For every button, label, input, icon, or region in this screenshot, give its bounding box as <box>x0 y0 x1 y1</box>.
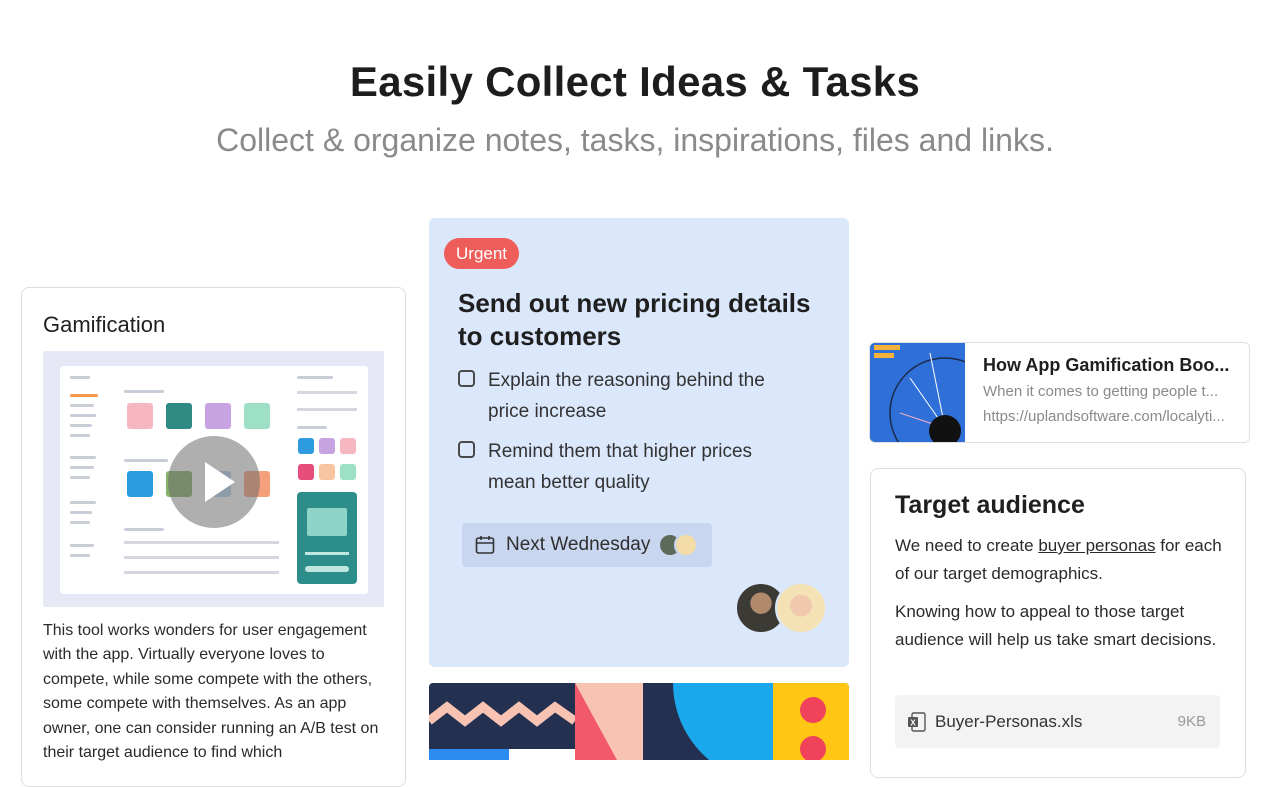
page-subtitle: Collect & organize notes, tasks, inspira… <box>216 122 1054 158</box>
card-title: Target audience <box>895 491 1085 519</box>
checklist-item-1: Explain the reasoning behind the price i… <box>488 370 765 422</box>
link-preview-card[interactable]: How App Gamification Boo... When it come… <box>869 342 1250 443</box>
due-date-chip[interactable]: Next Wednesday <box>462 523 712 567</box>
card-paragraph-1: We need to create buyer personas for eac… <box>895 532 1230 588</box>
decorative-artwork <box>429 683 849 760</box>
avatar <box>674 533 698 557</box>
link-url[interactable]: https://uplandsoftware.com/localyti... <box>983 408 1238 425</box>
file-size: 9KB <box>1177 713 1206 730</box>
target-audience-card[interactable]: Target audience We need to create buyer … <box>870 468 1246 778</box>
card-body-text: This tool works wonders for user engagem… <box>43 622 379 762</box>
task-title: Send out new pricing details to customer… <box>458 288 811 351</box>
paragraph-text: We need to create <box>895 536 1039 555</box>
buyer-personas-link[interactable]: buyer personas <box>1038 536 1155 555</box>
link-description: When it comes to getting people t... <box>983 383 1219 400</box>
card-paragraph-2: Knowing how to appeal to those target au… <box>895 602 1217 649</box>
video-thumbnail[interactable] <box>43 351 384 607</box>
due-date-label: Next Wednesday <box>506 534 651 555</box>
checklist-checkbox-2[interactable] <box>458 441 475 458</box>
urgent-badge: Urgent <box>444 238 520 269</box>
play-icon <box>205 462 235 502</box>
page-title: Easily Collect Ideas & Tasks <box>349 58 921 105</box>
calendar-icon <box>475 536 495 554</box>
gamification-card[interactable]: Gamification This tool works wonders for… <box>21 287 406 787</box>
link-thumbnail <box>870 343 1001 442</box>
file-name: Buyer-Personas.xls <box>935 712 1083 731</box>
card-title: Gamification <box>43 312 166 337</box>
svg-text:X: X <box>910 719 916 728</box>
task-card[interactable]: Urgent Send out new pricing details to c… <box>429 218 849 667</box>
excel-file-icon: X <box>908 712 926 732</box>
file-attachment[interactable]: X Buyer-Personas.xls 9KB <box>895 695 1220 748</box>
checklist-checkbox-1[interactable] <box>458 370 475 387</box>
checklist-item-2: Remind them that higher prices mean bett… <box>488 441 753 493</box>
link-title[interactable]: How App Gamification Boo... <box>983 355 1238 376</box>
avatar <box>775 582 827 634</box>
